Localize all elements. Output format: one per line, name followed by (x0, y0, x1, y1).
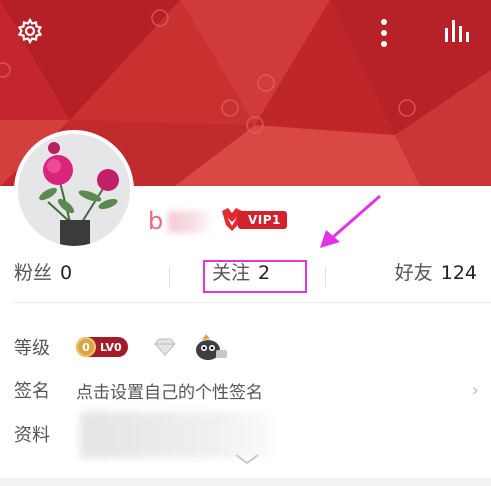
avatar-flower-image (18, 134, 130, 246)
stats-button[interactable] (444, 18, 484, 58)
signature-row[interactable]: 签名 点击设置自己的个性签名 › (14, 370, 479, 410)
chevron-right-icon: › (471, 380, 479, 401)
mascot-icon (195, 334, 227, 360)
level-coin-icon: 0 (76, 337, 96, 357)
vip-label: VIP1 (238, 211, 287, 229)
level-row[interactable]: 等级 0 LV0 (14, 327, 228, 367)
gear-icon (17, 18, 43, 44)
fans-count: 0 (60, 262, 73, 284)
username-redacted (168, 211, 212, 233)
fans-label: 粉丝 (14, 262, 53, 284)
level-badge: 0 LV0 (76, 337, 128, 357)
more-options-button[interactable] (380, 18, 420, 58)
stat-divider (169, 266, 170, 288)
friends-label: 好友 (394, 262, 433, 284)
settings-button[interactable] (17, 18, 57, 58)
level-label: 等级 (14, 338, 50, 359)
signature-placeholder: 点击设置自己的个性签名 (76, 382, 263, 403)
bottom-divider (0, 478, 491, 486)
vip-badge[interactable]: VIP1 (220, 205, 287, 235)
signature-label: 签名 (14, 381, 50, 402)
level-text: LV0 (100, 340, 122, 354)
friends-count: 124 (440, 262, 477, 284)
bar-chart-icon (445, 20, 469, 42)
chevron-down-icon[interactable] (234, 452, 260, 466)
info-row[interactable]: 资料 (14, 414, 76, 454)
info-label: 资料 (14, 425, 50, 446)
stat-divider (325, 266, 326, 288)
section-divider (14, 302, 491, 303)
vertical-dots-icon (381, 19, 387, 47)
follow-highlight-box (203, 260, 307, 293)
fans-stat[interactable]: 粉丝 0 (14, 258, 72, 285)
username: b (148, 207, 165, 235)
diamond-icon (154, 338, 176, 356)
avatar[interactable] (14, 130, 134, 250)
friends-stat[interactable]: 好友 124 (395, 258, 477, 285)
